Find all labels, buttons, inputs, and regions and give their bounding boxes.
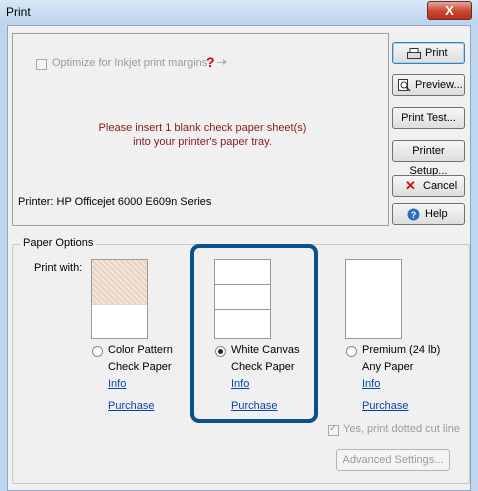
cut-line-checkbox[interactable]: ✓ — [328, 423, 339, 436]
cancel-button[interactable]: ✕ Cancel — [392, 175, 465, 197]
cancel-button-label: Cancel — [423, 180, 458, 192]
svg-text:?: ? — [411, 210, 417, 220]
printer-setup-button[interactable]: Printer Setup... — [392, 140, 465, 177]
optimize-label: Optimize for Inkjet print margins — [52, 57, 208, 69]
help-question-icon[interactable]: ? — [206, 54, 215, 70]
message-line-2: into your printer's paper tray. — [133, 136, 272, 148]
close-button[interactable]: X — [427, 1, 472, 20]
preview-button[interactable]: Preview... — [392, 74, 465, 96]
cut-line-label: Yes, print dotted cut line — [343, 423, 461, 435]
choice-1-line1: Color Pattern — [108, 344, 173, 356]
print-with-label: Print with: — [34, 262, 83, 274]
help-button[interactable]: ? Help — [392, 203, 465, 225]
message-line-1: Please insert 1 blank check paper sheet(… — [98, 122, 307, 134]
choice-3-line1: Premium (24 lb) — [362, 344, 441, 356]
choice-1-purchase-link[interactable]: Purchase — [108, 400, 154, 412]
advanced-settings-button[interactable]: Advanced Settings... — [336, 449, 450, 471]
preview-button-label: Preview... — [415, 79, 463, 91]
print-test-button[interactable]: Print Test... — [392, 107, 465, 129]
choice-3-line2: Any Paper — [362, 361, 414, 373]
printer-icon — [407, 48, 421, 59]
divider — [92, 304, 147, 305]
choice-3-purchase-link[interactable]: Purchase — [362, 400, 408, 412]
print-button[interactable]: Print — [392, 42, 465, 64]
pointer-hand-icon — [217, 59, 227, 65]
paper-options-label: Paper Options — [20, 237, 97, 249]
magnifier-icon — [398, 79, 411, 92]
window-title: Print — [6, 5, 31, 19]
color-pattern-fill — [92, 260, 147, 304]
title-bar[interactable]: Print X — [0, 0, 478, 24]
color-pattern-radio[interactable] — [92, 346, 103, 357]
checkmark-icon: ✓ — [329, 423, 338, 434]
choice-3-info-link[interactable]: Info — [362, 378, 380, 390]
help-button-label: Help — [425, 208, 448, 220]
color-pattern-paper-preview[interactable] — [91, 259, 148, 339]
printer-label: Printer: HP Officejet 6000 E609n Series — [18, 196, 212, 208]
selection-highlight — [190, 244, 318, 423]
print-button-label: Print — [425, 47, 448, 59]
optimize-checkbox[interactable] — [36, 59, 47, 70]
cancel-x-icon: ✕ — [405, 178, 416, 193]
premium-radio[interactable] — [346, 346, 357, 357]
help-icon: ? — [407, 208, 420, 221]
premium-paper-preview[interactable] — [345, 259, 402, 339]
choice-1-info-link[interactable]: Info — [108, 378, 126, 390]
choice-1-line2: Check Paper — [108, 361, 172, 373]
